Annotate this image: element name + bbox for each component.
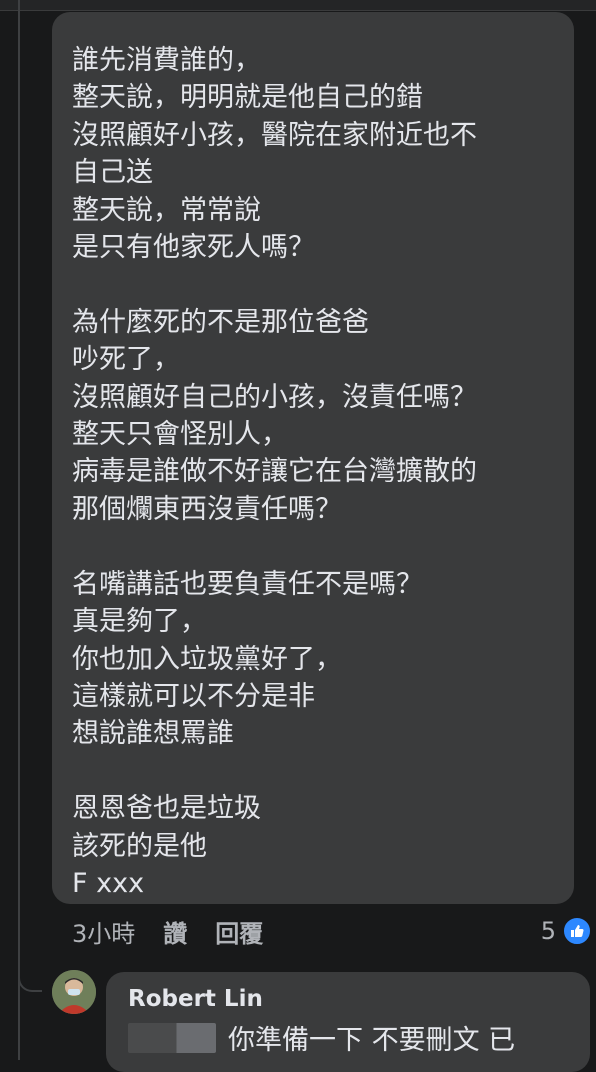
reply-text-row: 你準備一下 不要刪文 已 <box>128 1018 515 1057</box>
thread-line <box>18 0 20 1060</box>
top-bar <box>0 0 596 11</box>
reaction-count: 5 <box>540 917 556 945</box>
reaction-summary[interactable]: 5 <box>541 913 592 949</box>
comment-timestamp[interactable]: 3小時 <box>72 914 135 949</box>
reply-author-name[interactable]: Robert Lin <box>128 986 263 1012</box>
like-button[interactable]: 讚 <box>163 914 187 949</box>
thumbs-up-icon <box>562 916 592 946</box>
reply-branch-line <box>18 960 42 992</box>
reply-button[interactable]: 回覆 <box>215 914 263 949</box>
comment-text: 誰先消費誰的， 整天說，明明就是他自己的錯 沒照顧好小孩，醫院在家附近也不 自己… <box>72 45 477 899</box>
reply-text: 你準備一下 不要刪文 已 <box>228 1025 516 1056</box>
comment-meta: 3小時 讚 回覆 <box>72 913 291 949</box>
avatar[interactable] <box>52 970 96 1014</box>
redacted-mention <box>128 1022 216 1053</box>
